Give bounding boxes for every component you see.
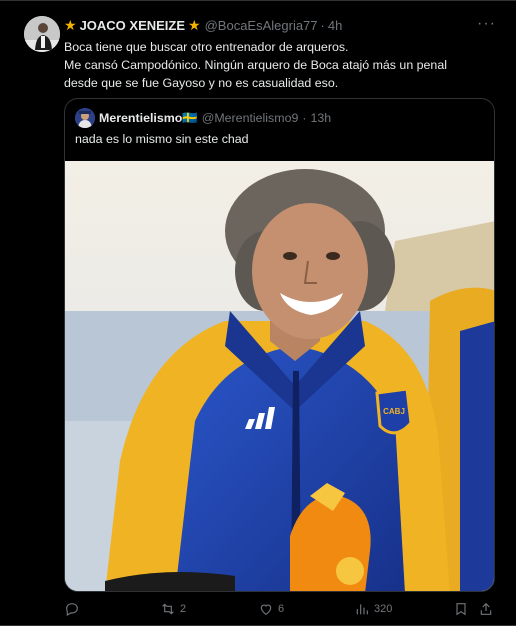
club-crest-label: CABJ [383,407,405,416]
quoted-author-handle[interactable]: @Merentielismo9 [202,111,299,125]
tweet-header: ★ JOACO XENEIZE ★ @BocaEsAlegria77 · 4h … [64,15,496,35]
author-handle[interactable]: @BocaEsAlegria77 [205,18,318,33]
tweet-actions: 2 6 320 [56,596,500,622]
more-options-icon[interactable]: ··· [477,15,496,33]
like-count: 6 [278,603,285,615]
retweet-count: 2 [180,603,187,615]
tweet-timestamp[interactable]: 4h [328,18,342,33]
share-icon [480,602,492,615]
retweet-button[interactable]: 2 [160,596,186,622]
quoted-tweet-timestamp[interactable]: 13h [311,111,332,125]
tweet-text-line: Boca tiene que buscar otro entrenador de… [64,40,349,54]
tweet-text-line: Me cansó Campodónico. Ningún arquero de … [64,58,447,72]
quoted-tweet-photo[interactable]: CABJ [65,161,495,592]
quoted-tweet[interactable]: Merentielismo 🇸🇪 @Merentielismo9 · 13h n… [64,98,495,592]
views-count: 320 [374,603,393,615]
reply-button[interactable] [64,596,84,622]
retweet-icon [162,603,174,615]
star-icon: ★ [64,17,77,33]
share-button[interactable] [478,596,494,622]
quoted-tweet-text: nada es lo mismo sin este chad [75,132,249,146]
separator-dot: · [302,111,307,125]
quoted-author-avatar[interactable] [75,108,95,128]
tweet-text-line: desde que se fue Gayoso y no es casualid… [64,76,339,90]
like-button[interactable]: 6 [258,596,284,622]
reply-icon [66,603,78,617]
tweet-card[interactable]: ★ JOACO XENEIZE ★ @BocaEsAlegria77 · 4h … [0,0,516,626]
sweden-flag-icon: 🇸🇪 [182,110,198,125]
divider [0,0,516,1]
bookmark-icon [456,603,466,616]
quoted-author-avatar-image [75,108,95,128]
views-button[interactable]: 320 [354,596,392,622]
quoted-tweet-header: Merentielismo 🇸🇪 @Merentielismo9 · 13h [99,109,331,127]
quoted-author-display-name[interactable]: Merentielismo [99,111,182,125]
author-avatar[interactable] [24,16,60,52]
author-display-name[interactable]: JOACO XENEIZE [80,18,185,33]
bookmark-button[interactable] [453,596,469,622]
views-icon [356,604,368,615]
heart-icon [260,604,272,616]
separator-dot: · [320,17,325,33]
star-icon: ★ [188,17,201,33]
author-avatar-image [24,16,60,52]
tweet-text: Boca tiene que buscar otro entrenador de… [64,38,504,92]
